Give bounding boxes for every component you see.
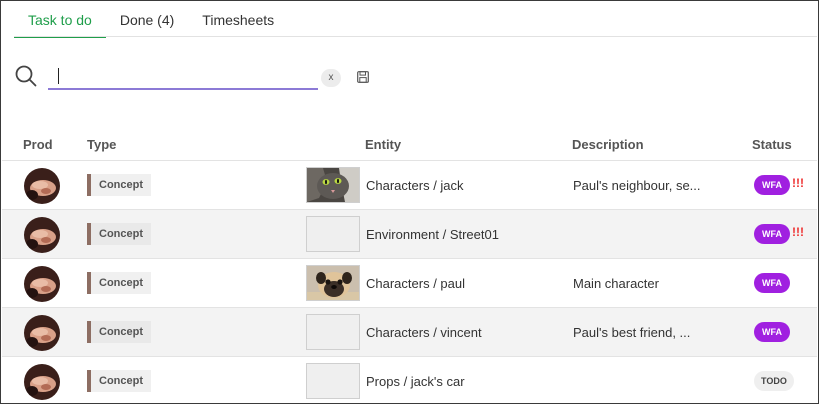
column-header-prod: Prod	[23, 137, 53, 152]
tab-divider	[14, 36, 817, 37]
status-badge[interactable]: WFA	[754, 273, 790, 293]
table-row[interactable]: Concept Characters / jack Paul's neighbour…	[2, 161, 817, 210]
tab-task-to-do[interactable]: Task to do	[14, 1, 106, 38]
status-badge[interactable]: TODO	[754, 371, 794, 391]
text-caret	[58, 68, 59, 84]
status-badge[interactable]: WFA	[754, 224, 790, 244]
column-header-entity[interactable]: Entity	[365, 137, 401, 152]
entity-thumbnail[interactable]	[306, 216, 360, 252]
entity-description: Main character	[573, 276, 659, 291]
avatar	[24, 217, 60, 253]
avatar	[24, 266, 60, 302]
task-type-tag: Concept	[87, 223, 151, 245]
task-type-tag: Concept	[87, 174, 151, 196]
entity-description: Paul's neighbour, se...	[573, 178, 701, 193]
priority-indicator: !!!	[792, 225, 804, 239]
table-row[interactable]: Concept Characters / paul Main character WF…	[2, 259, 817, 308]
save-icon[interactable]	[357, 71, 369, 83]
entity-thumbnail[interactable]	[306, 314, 360, 350]
task-type-tag: Concept	[87, 321, 151, 343]
entity-name[interactable]: Environment / Street01	[366, 227, 499, 242]
entity-thumbnail[interactable]	[306, 167, 360, 203]
priority-indicator: !!!	[792, 176, 804, 190]
table-row[interactable]: Concept Characters / vincent Paul's best f…	[2, 308, 817, 357]
avatar	[24, 315, 60, 351]
entity-name[interactable]: Characters / jack	[366, 178, 464, 193]
task-type-tag: Concept	[87, 370, 151, 392]
search-input[interactable]	[48, 64, 318, 90]
task-type-tag: Concept	[87, 272, 151, 294]
avatar	[24, 168, 60, 204]
task-panel: Task to do Done (4) Timesheets x Prod Ty…	[0, 0, 819, 404]
entity-name[interactable]: Props / jack's car	[366, 374, 465, 389]
column-header-status[interactable]: Status	[752, 137, 792, 152]
entity-description: Paul's best friend, ...	[573, 325, 691, 340]
tab-timesheets[interactable]: Timesheets	[188, 1, 288, 37]
table-header: Prod Type Entity Description Status	[2, 129, 817, 161]
clear-search-button[interactable]: x	[321, 69, 341, 87]
entity-name[interactable]: Characters / vincent	[366, 325, 482, 340]
search-icon	[15, 65, 37, 87]
entity-thumbnail[interactable]	[306, 363, 360, 399]
table-row[interactable]: Concept Props / jack's car TODO	[2, 357, 817, 403]
table-row[interactable]: Concept Environment / Street01 WFA!!!	[2, 210, 817, 259]
status-badge[interactable]: WFA	[754, 322, 790, 342]
tab-done[interactable]: Done (4)	[106, 1, 188, 37]
avatar	[24, 364, 60, 400]
status-badge[interactable]: WFA	[754, 175, 790, 195]
column-header-type[interactable]: Type	[87, 137, 116, 152]
column-header-description: Description	[572, 137, 644, 152]
tab-bar: Task to do Done (4) Timesheets	[14, 1, 288, 38]
entity-thumbnail[interactable]	[306, 265, 360, 301]
entity-name[interactable]: Characters / paul	[366, 276, 465, 291]
